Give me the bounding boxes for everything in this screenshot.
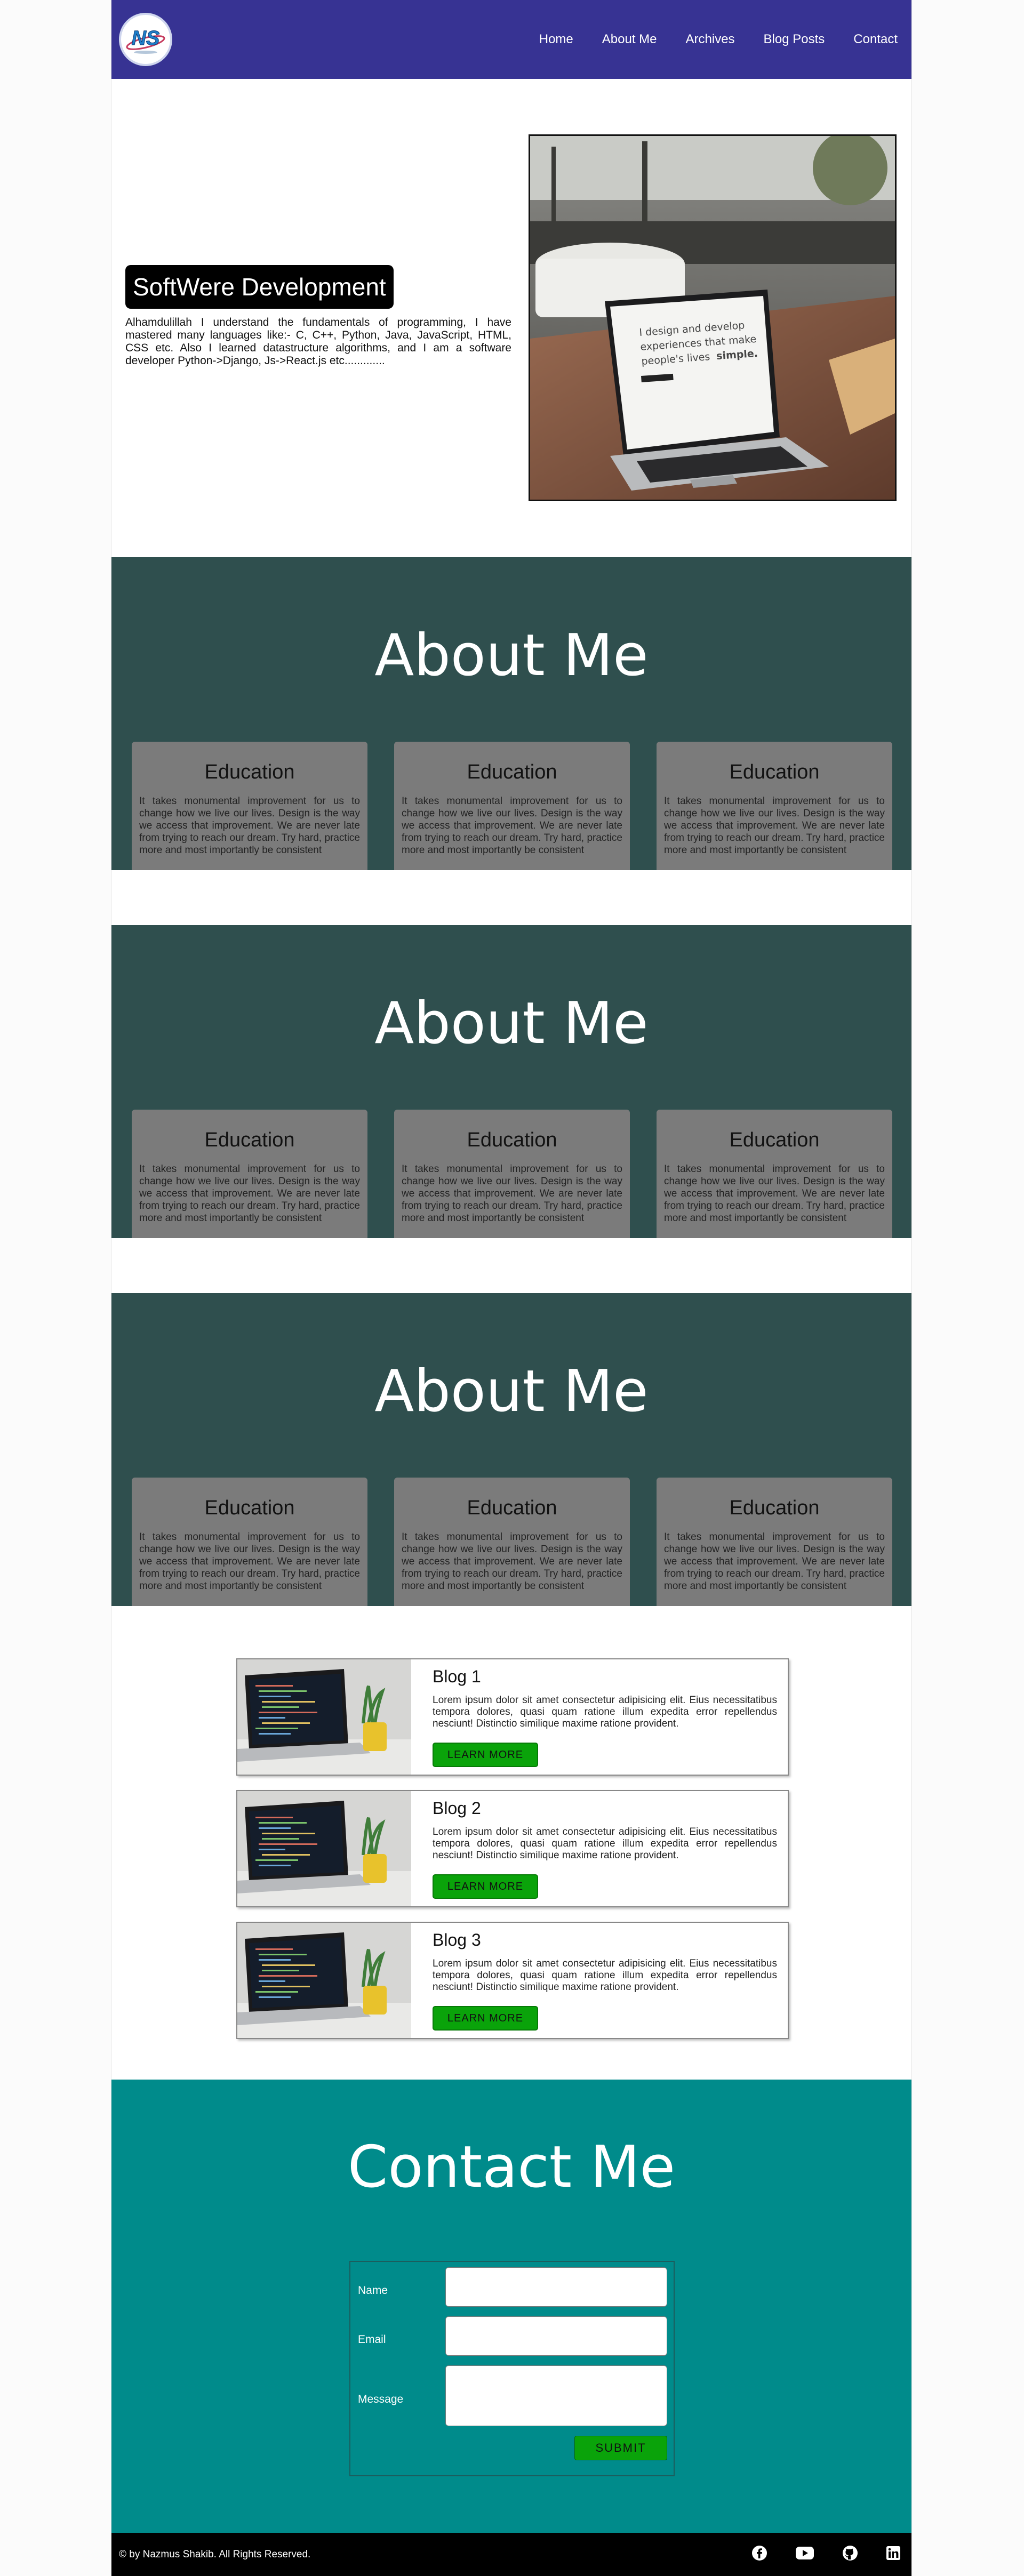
contact-heading: Contact Me (347, 2134, 676, 2201)
email-field[interactable] (445, 2316, 667, 2356)
card-title: Education (204, 1129, 295, 1151)
nav-link-about[interactable]: About Me (602, 32, 657, 47)
card-title: Education (729, 1129, 820, 1151)
blog-title: Blog 1 (433, 1667, 481, 1686)
card-title: Education (467, 761, 557, 783)
card-text: It takes monumental improvement for us t… (402, 1531, 622, 1592)
nav-menu: Home About Me Archives Blog Posts Contac… (539, 0, 898, 79)
card-title: Education (729, 761, 820, 783)
blog-thumbnail (237, 1791, 411, 1906)
name-label: Name (358, 2284, 388, 2297)
message-label: Message (358, 2393, 404, 2405)
education-card: Education It takes monumental improvemen… (394, 1110, 630, 1238)
card-title: Education (204, 1497, 295, 1519)
section-heading: About Me (374, 622, 649, 689)
blog-card: Blog 2 Lorem ipsum dolor sit amet consec… (236, 1790, 789, 1907)
nav-link-home[interactable]: Home (539, 32, 573, 47)
name-field[interactable] (445, 2267, 667, 2307)
education-card: Education It takes monumental improvemen… (657, 1110, 892, 1238)
section-heading: About Me (374, 1358, 649, 1425)
logo[interactable]: NS (119, 13, 172, 66)
logo-icon: NS (126, 27, 165, 54)
submit-button[interactable]: SUBMIT (574, 2436, 667, 2460)
message-field[interactable] (445, 2365, 667, 2426)
education-card: Education It takes monumental improvemen… (132, 1478, 367, 1606)
social-links (751, 2533, 901, 2576)
card-title: Education (729, 1497, 820, 1519)
blog-title: Blog 2 (433, 1799, 481, 1818)
email-label: Email (358, 2333, 386, 2346)
education-card: Education It takes monumental improvemen… (394, 1478, 630, 1606)
blog-thumbnail (237, 1923, 411, 2038)
card-text: It takes monumental improvement for us t… (139, 1531, 360, 1592)
blog-text: Lorem ipsum dolor sit amet consectetur a… (433, 1695, 777, 1729)
youtube-icon[interactable] (795, 2546, 814, 2563)
about-section: About Me Education It takes monumental i… (111, 1293, 911, 1606)
blog-card: Blog 3 Lorem ipsum dolor sit amet consec… (236, 1922, 789, 2039)
education-card: Education It takes monumental improvemen… (394, 742, 630, 870)
card-title: Education (467, 1129, 557, 1151)
learn-more-button[interactable]: LEARN MORE (433, 1874, 538, 1899)
blog-text: Lorem ipsum dolor sit amet consectetur a… (433, 1958, 777, 1993)
education-card: Education It takes monumental improvemen… (132, 1110, 367, 1238)
card-text: It takes monumental improvement for us t… (664, 1531, 885, 1592)
facebook-icon[interactable] (751, 2545, 767, 2564)
card-text: It takes monumental improvement for us t… (664, 1163, 885, 1224)
github-icon[interactable] (842, 2545, 858, 2564)
card-title: Education (467, 1497, 557, 1519)
blog-text: Lorem ipsum dolor sit amet consectetur a… (433, 1826, 777, 1861)
card-title: Education (204, 761, 295, 783)
education-card: Education It takes monumental improvemen… (657, 742, 892, 870)
education-card: Education It takes monumental improvemen… (132, 742, 367, 870)
section-heading: About Me (374, 990, 649, 1057)
card-text: It takes monumental improvement for us t… (402, 1163, 622, 1224)
hero-description: Alhamdulillah I understand the fundament… (125, 316, 511, 367)
linkedin-icon[interactable] (886, 2546, 901, 2563)
card-text: It takes monumental improvement for us t… (139, 1163, 360, 1224)
hero-laptop-image: I design and develop experiences that ma… (529, 134, 897, 501)
card-text: It takes monumental improvement for us t… (664, 796, 885, 856)
contact-form: Name Email Message SUBMIT (349, 2261, 675, 2476)
nav-link-archives[interactable]: Archives (686, 32, 735, 47)
blog-title: Blog 3 (433, 1930, 481, 1949)
learn-more-button[interactable]: LEARN MORE (433, 1743, 538, 1767)
nav-link-contact[interactable]: Contact (853, 32, 898, 47)
footer: © by Nazmus Shakib. All Rights Reserved. (111, 2533, 911, 2576)
blog-thumbnail (237, 1659, 411, 1775)
about-section: About Me Education It takes monumental i… (111, 557, 911, 870)
blog-card: Blog 1 Lorem ipsum dolor sit amet consec… (236, 1658, 789, 1776)
learn-more-button[interactable]: LEARN MORE (433, 2006, 538, 2031)
contact-section: Contact Me Name Email Message SUBMIT (111, 2080, 911, 2533)
page: NS Home About Me Archives Blog Posts Con… (111, 0, 912, 2576)
about-section: About Me Education It takes monumental i… (111, 925, 911, 1238)
hero-title: SoftWere Development (125, 265, 394, 309)
card-text: It takes monumental improvement for us t… (402, 796, 622, 856)
copyright-text: © by Nazmus Shakib. All Rights Reserved. (119, 2549, 311, 2560)
card-text: It takes monumental improvement for us t… (139, 796, 360, 856)
navbar: NS Home About Me Archives Blog Posts Con… (111, 0, 911, 79)
nav-link-blog-posts[interactable]: Blog Posts (764, 32, 825, 47)
svg-text:NS: NS (132, 27, 160, 50)
education-card: Education It takes monumental improvemen… (657, 1478, 892, 1606)
